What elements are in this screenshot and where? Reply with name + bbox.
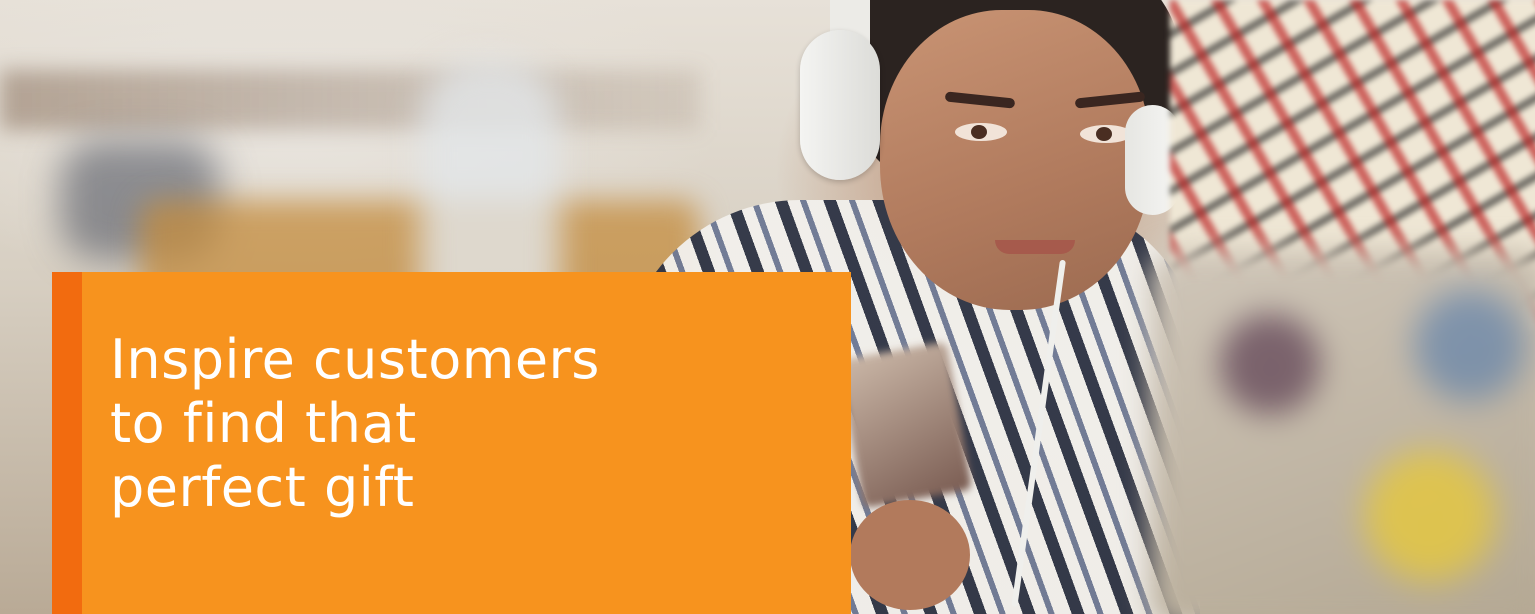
promo-headline: Inspire customers to find that perfect g… <box>110 328 830 520</box>
laptop-blurred <box>1150 250 1535 614</box>
person-eye-left <box>955 123 1007 141</box>
person-face <box>880 10 1150 310</box>
headline-line-1: Inspire customers <box>110 328 600 391</box>
headline-line-2: to find that <box>110 392 417 455</box>
headline-line-3: perfect gift <box>110 456 415 519</box>
promo-panel: Inspire customers to find that perfect g… <box>52 272 851 614</box>
person-mouth <box>995 240 1075 254</box>
person-hand <box>850 500 970 610</box>
hero-banner: Inspire customers to find that perfect g… <box>0 0 1535 614</box>
background-shelf <box>0 70 700 130</box>
headphone-left-cup <box>800 30 880 180</box>
promo-accent-bar <box>52 272 82 614</box>
